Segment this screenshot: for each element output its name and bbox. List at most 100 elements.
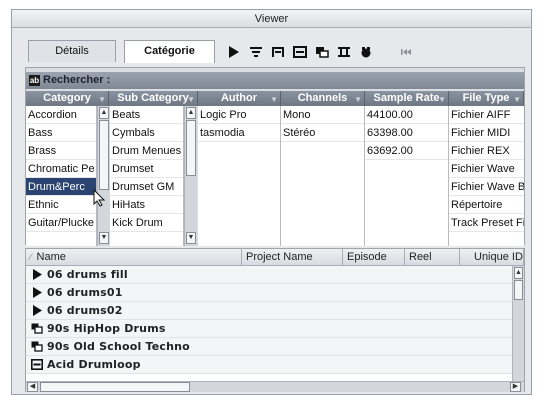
tab-categorie[interactable]: Catégorie <box>124 40 215 63</box>
column-header-episode[interactable]: Episode <box>343 249 405 266</box>
results-vertical-scrollbar[interactable]: ▲ <box>512 266 524 382</box>
column-header-file-type[interactable]: File Type ▼ <box>449 91 524 106</box>
scroll-down-icon[interactable]: ▼ <box>99 232 109 244</box>
nested-windows-icon <box>31 323 43 335</box>
list-item[interactable]: 63398.00 <box>365 124 448 142</box>
search-box-icon: ab <box>29 75 40 86</box>
search-bar[interactable]: ab Rechercher : <box>26 72 524 89</box>
table-row[interactable]: 06 drums fill <box>26 266 512 284</box>
list-item[interactable]: Bass <box>26 124 96 142</box>
list-item-selected[interactable]: Drum&Perc <box>26 178 96 196</box>
column-header-channels[interactable]: Channels ▼ <box>281 91 365 106</box>
list-item[interactable]: Chromatic Pe <box>26 160 96 178</box>
subcategory-list: Beats Cymbals Drum Menues Drumset Drumse… <box>110 106 184 246</box>
play-icon[interactable] <box>223 43 245 61</box>
scroll-thumb[interactable] <box>186 120 196 176</box>
list-item[interactable]: Fichier MIDI <box>449 124 524 142</box>
sort-arrow-icon: ▼ <box>270 95 278 104</box>
play-icon <box>31 305 43 317</box>
scroll-thumb[interactable] <box>99 120 109 190</box>
list-item[interactable]: Ethnic <box>26 196 96 214</box>
table-row[interactable]: 90s Old School Techno <box>26 338 512 356</box>
tab-details[interactable]: Détails <box>28 40 116 62</box>
bracket-region-icon[interactable] <box>267 43 289 61</box>
scroll-right-icon[interactable]: ▶ <box>510 382 521 392</box>
table-row[interactable]: Acid Drumloop <box>26 356 512 374</box>
list-item[interactable]: Fichier AIFF <box>449 106 524 124</box>
list-item[interactable]: Kick Drum <box>110 214 183 232</box>
scroll-up-icon[interactable]: ▲ <box>514 267 523 279</box>
tab-bar: Détails Catégorie <box>12 28 531 67</box>
row-name: 06 drums fill <box>47 267 128 281</box>
scroll-down-icon[interactable]: ▼ <box>186 232 196 244</box>
category-list: Accordion Bass Brass Chromatic Pe Drum&P… <box>26 106 97 246</box>
list-item[interactable]: HiHats <box>110 196 183 214</box>
list-item[interactable]: Guitar/Plucke <box>26 214 96 232</box>
scroll-left-icon[interactable]: ◀ <box>27 382 38 392</box>
column-header-unique-id[interactable]: Unique ID <box>460 249 524 266</box>
scroll-up-icon[interactable]: ▲ <box>99 107 109 119</box>
column-header-subcategory[interactable]: Sub Category ▼ <box>109 91 198 106</box>
list-item[interactable]: Mono <box>281 106 364 124</box>
list-item[interactable]: Fichier Wave <box>449 160 524 178</box>
table-row[interactable]: 06 drums01 <box>26 284 512 302</box>
ruler-icon[interactable] <box>333 43 355 61</box>
list-item[interactable]: Accordion <box>26 106 96 124</box>
results-horizontal-scrollbar[interactable]: ◀ ▶ <box>26 381 524 392</box>
list-item[interactable]: tasmodia <box>198 124 280 142</box>
play-icon <box>31 287 43 299</box>
column-header-category[interactable]: Category ▼ <box>26 91 109 106</box>
list-item[interactable]: Logic Pro <box>198 106 280 124</box>
list-item[interactable]: Drum Menues <box>110 142 183 160</box>
rewind-icon[interactable] <box>395 43 417 61</box>
scroll-thumb[interactable] <box>514 280 523 300</box>
table-row[interactable]: 06 drums02 <box>26 302 512 320</box>
list-item[interactable]: Cymbals <box>110 124 183 142</box>
column-header-name[interactable]: ⁄ Name <box>26 249 242 266</box>
column-header-project-name[interactable]: Project Name <box>242 249 343 266</box>
results-rows: 06 drums fill 06 drums01 06 drums02 90s … <box>26 266 512 382</box>
author-list: Logic Pro tasmodia <box>198 106 281 246</box>
column-title: Sample Rate <box>373 92 440 104</box>
column-header-reel[interactable]: Reel <box>405 249 460 266</box>
scroll-thumb[interactable] <box>40 382 190 392</box>
file-type-list: Fichier AIFF Fichier MIDI Fichier REX Fi… <box>449 106 524 246</box>
column-header-author[interactable]: Author ▼ <box>198 91 281 106</box>
mouse-cursor-icon <box>93 189 106 207</box>
list-item[interactable]: 44100.00 <box>365 106 448 124</box>
list-item[interactable]: Drumset <box>110 160 183 178</box>
sort-arrow-icon: ▼ <box>438 95 446 104</box>
category-browser: ab Rechercher : Category ▼ Sub Category ▼ … <box>25 67 525 246</box>
list-item[interactable]: Track Preset Fil <box>449 214 524 232</box>
list-item[interactable]: 63692.00 <box>365 142 448 160</box>
list-item[interactable]: Stéréo <box>281 124 364 142</box>
list-item[interactable]: Beats <box>110 106 183 124</box>
column-title: Channels <box>297 92 348 104</box>
sort-arrow-icon: ▼ <box>187 95 195 104</box>
viewer-window: Viewer Détails Catégorie ab Rechercher:… <box>11 9 532 395</box>
list-icon[interactable] <box>289 43 311 61</box>
sort-indicator-icon: ⁄ <box>30 252 32 262</box>
table-row[interactable]: 90s HipHop Drums <box>26 320 512 338</box>
subcategory-scrollbar[interactable]: ▲ ▼ <box>184 106 197 246</box>
row-name: 90s Old School Techno <box>47 339 190 353</box>
scroll-up-icon[interactable]: ▲ <box>186 107 196 119</box>
nested-windows-icon <box>31 341 43 353</box>
list-item[interactable]: Fichier Wave Br <box>449 178 524 196</box>
column-title: File Type <box>462 92 510 104</box>
row-name: 06 drums01 <box>47 285 123 299</box>
nested-windows-icon[interactable] <box>311 43 333 61</box>
column-header-sample-rate[interactable]: Sample Rate ▼ <box>365 91 449 106</box>
window-title: Viewer <box>12 10 531 28</box>
list-item[interactable]: Répertoire <box>449 196 524 214</box>
record-camera-icon[interactable] <box>355 43 377 61</box>
list-item[interactable]: Fichier REX <box>449 142 524 160</box>
category-scrollbar[interactable]: ▲ ▼ <box>97 106 110 246</box>
column-title: Sub Category <box>117 92 189 104</box>
column-title: Category <box>43 92 91 104</box>
list-item[interactable]: Drumset GM <box>110 178 183 196</box>
list-filter-icon[interactable] <box>245 43 267 61</box>
sort-arrow-icon: ▼ <box>513 95 521 104</box>
list-item[interactable]: Brass <box>26 142 96 160</box>
list-icon <box>31 359 43 371</box>
